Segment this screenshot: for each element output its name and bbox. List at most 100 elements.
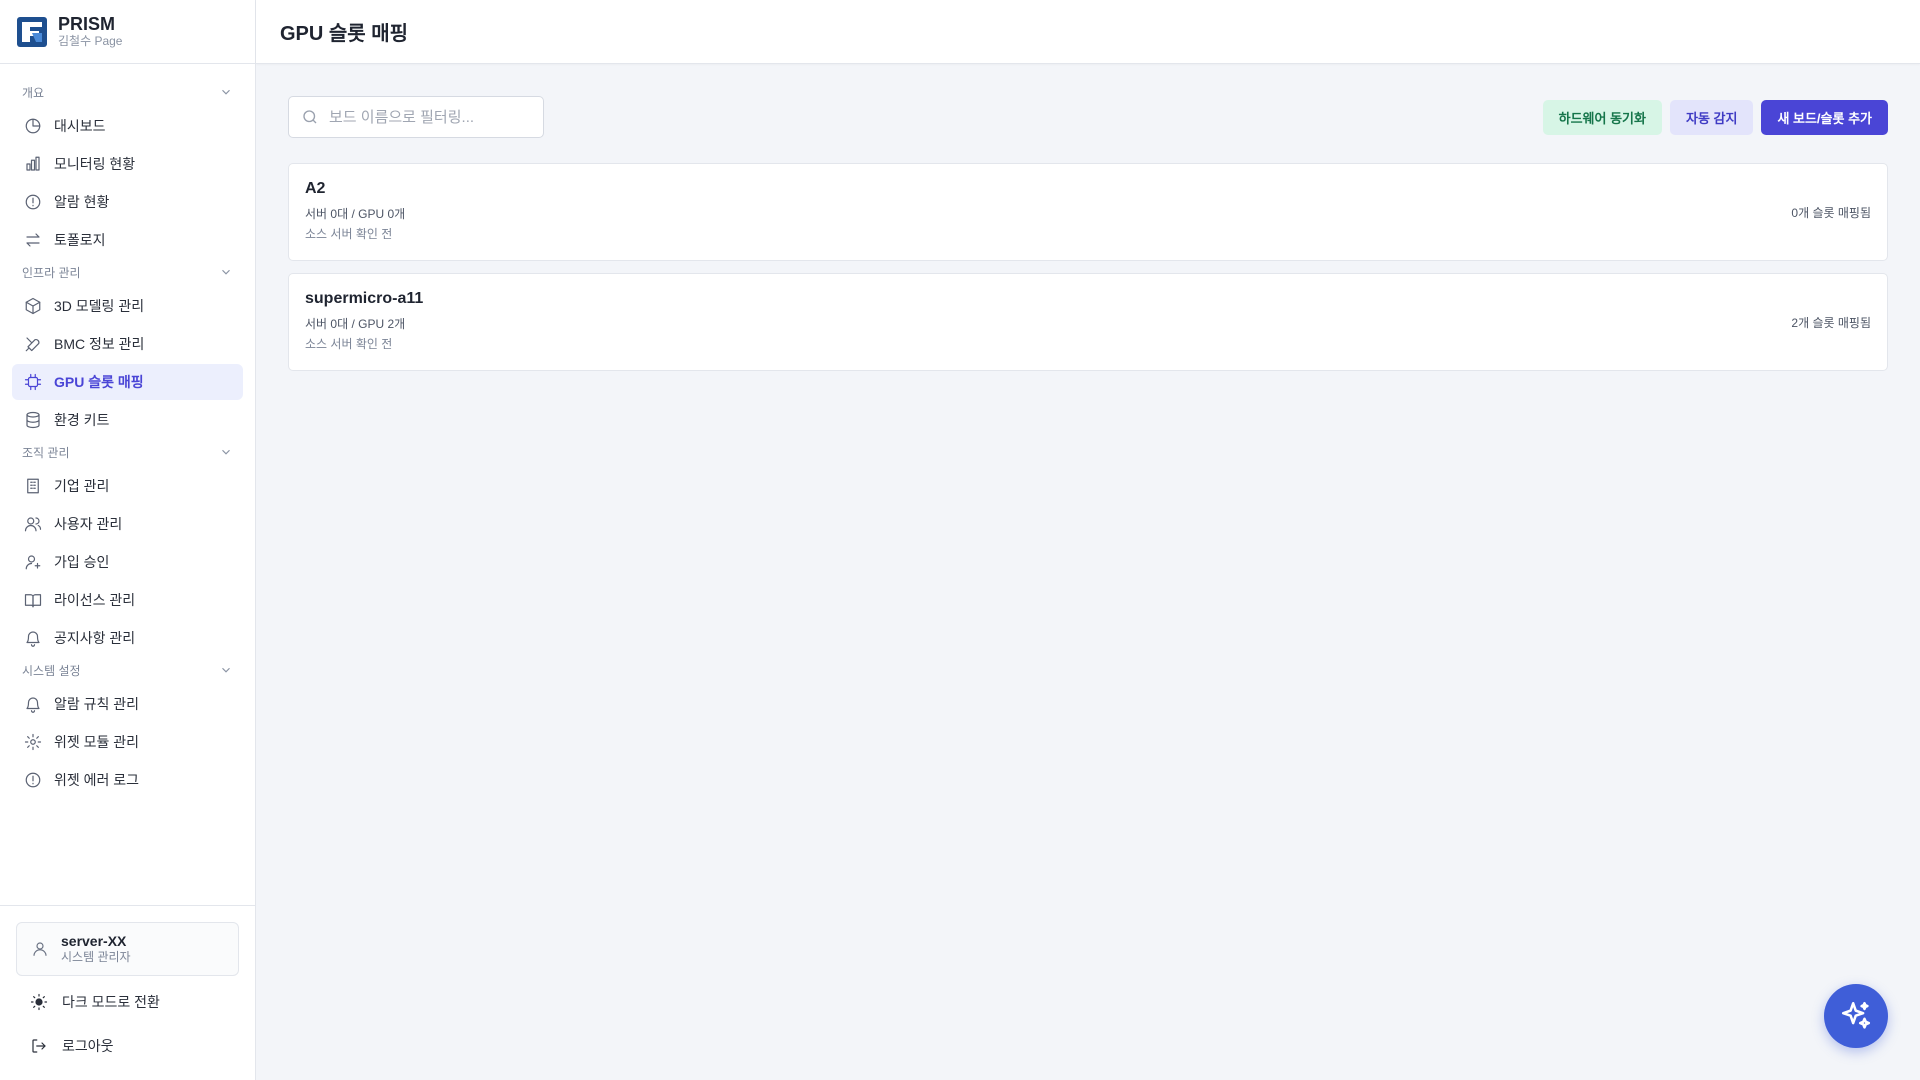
sidebar-item-alarm-rules[interactable]: 알람 규칙 관리: [12, 686, 243, 722]
ai-assistant-button[interactable]: [1824, 984, 1888, 1048]
board-source: 소스 서버 확인 전: [305, 337, 393, 351]
board-meta: 서버 0대 / GPU 2개: [305, 317, 406, 331]
dark-mode-toggle[interactable]: 다크 모드로 전환: [16, 984, 239, 1020]
search-icon: [303, 110, 317, 124]
sidebar-item-company[interactable]: 기업 관리: [12, 468, 243, 504]
bell-icon: [26, 631, 40, 647]
sun-icon: [30, 993, 48, 1011]
database-icon: [26, 411, 40, 429]
users-icon: [24, 517, 42, 532]
bell-icon: [26, 697, 40, 713]
user-info: server-XX 시스템 관리자: [61, 933, 131, 965]
board-info: supermicro-a11 서버 0대 / GPU 2개 소스 서버 확인 전: [305, 290, 423, 354]
arrows-swap-icon: [26, 233, 40, 247]
pie-chart-icon: [25, 118, 41, 134]
sidebar-item-widget-error-log[interactable]: 위젯 에러 로그: [12, 762, 243, 798]
sidebar-item-label: 대시보드: [54, 118, 106, 134]
chevron-down-icon: [222, 89, 230, 95]
logout-icon: [32, 1039, 46, 1053]
nav-section-infra[interactable]: 인프라 관리: [12, 260, 243, 284]
sidebar-item-notices[interactable]: 공지사항 관리: [12, 620, 243, 656]
sidebar-item-label: 3D 모델링 관리: [54, 298, 145, 314]
bar-chart-icon: [26, 156, 40, 171]
sidebar-item-label: 위젯 에러 로그: [54, 772, 140, 788]
nav-section-label: 인프라 관리: [22, 265, 81, 280]
sidebar-item-gpu-slot-mapping[interactable]: GPU 슬롯 매핑: [12, 364, 243, 400]
sidebar-item-label: 가입 승인: [54, 554, 110, 570]
toolbar: 하드웨어 동기화 자동 감지 새 보드/슬롯 추가: [288, 96, 1888, 138]
sidebar: PRISM 김철수 Page 개요 대시보드 모니터링 현황 알람 현황 토폴로…: [0, 0, 256, 1080]
logout-button[interactable]: 로그아웃: [16, 1028, 239, 1064]
sidebar-item-topology[interactable]: 토폴로지: [12, 222, 243, 258]
topbar: GPU 슬롯 매핑: [256, 0, 1920, 64]
nav-section-system[interactable]: 시스템 설정: [12, 658, 243, 682]
nav-section-overview[interactable]: 개요: [12, 80, 243, 104]
sidebar-item-monitoring[interactable]: 모니터링 현황: [12, 146, 243, 182]
gear-icon: [24, 733, 42, 751]
sidebar-item-label: GPU 슬롯 매핑: [54, 374, 144, 390]
book-icon: [24, 594, 42, 608]
alert-circle-icon: [25, 772, 41, 788]
add-board-slot-button[interactable]: 새 보드/슬롯 추가: [1761, 99, 1888, 135]
sidebar-nav: 개요 대시보드 모니터링 현황 알람 현황 토폴로지 인프라 관리 3D 모델링…: [0, 64, 255, 905]
nav-section-label: 조직 관리: [22, 445, 70, 460]
chip-icon: [24, 373, 42, 391]
board-name: supermicro-a11: [305, 290, 424, 307]
sidebar-item-signup-approval[interactable]: 가입 승인: [12, 544, 243, 580]
board-info: A2 서버 0대 / GPU 0개 소스 서버 확인 전: [305, 180, 405, 244]
sidebar-item-widget-modules[interactable]: 위젯 모듈 관리: [12, 724, 243, 760]
sidebar-item-label: 사용자 관리: [54, 516, 123, 532]
tools-icon: [25, 337, 40, 352]
toolbar-actions: 하드웨어 동기화 자동 감지 새 보드/슬롯 추가: [1542, 99, 1888, 135]
dark-mode-label: 다크 모드로 전환: [62, 994, 160, 1010]
brand[interactable]: PRISM 김철수 Page: [0, 0, 255, 64]
sidebar-item-label: BMC 정보 관리: [54, 336, 145, 352]
sidebar-item-label: 공지사항 관리: [54, 630, 136, 646]
sidebar-item-label: 환경 키트: [54, 412, 110, 428]
sidebar-item-label: 모니터링 현황: [54, 156, 136, 172]
prism-logo-icon: [17, 16, 47, 47]
chevron-down-icon: [222, 449, 230, 455]
user-name: server-XX: [61, 932, 127, 949]
nav-section-organization[interactable]: 조직 관리: [12, 440, 243, 464]
search-box: [288, 96, 544, 138]
board-name: A2: [305, 180, 326, 197]
sidebar-footer: server-XX 시스템 관리자 다크 모드로 전환 로그아웃: [0, 905, 255, 1080]
sparkles-icon: [1841, 1001, 1871, 1029]
board-meta: 서버 0대 / GPU 0개: [305, 207, 406, 221]
content: 하드웨어 동기화 자동 감지 새 보드/슬롯 추가 A2 서버 0대 / GPU…: [256, 64, 1920, 403]
nav-section-label: 개요: [22, 85, 45, 100]
logout-label: 로그아웃: [62, 1038, 114, 1054]
board-card[interactable]: A2 서버 0대 / GPU 0개 소스 서버 확인 전 0개 슬롯 매핑됨: [288, 163, 1888, 261]
sidebar-item-label: 알람 규칙 관리: [54, 696, 140, 712]
chevron-down-icon: [222, 269, 230, 275]
building-icon: [27, 478, 39, 494]
board-mapped-count: 0개 슬롯 매핑됨: [1791, 205, 1871, 220]
nav-section-label: 시스템 설정: [22, 663, 81, 678]
user-role: 시스템 관리자: [61, 949, 131, 964]
user-card[interactable]: server-XX 시스템 관리자: [16, 922, 239, 976]
sidebar-item-env-kit[interactable]: 환경 키트: [12, 402, 243, 438]
brand-text: PRISM 김철수 Page: [58, 14, 123, 48]
sidebar-item-users[interactable]: 사용자 관리: [12, 506, 243, 542]
user-plus-icon: [25, 555, 41, 570]
board-mapped-count: 2개 슬롯 매핑됨: [1791, 315, 1871, 330]
alert-circle-icon: [25, 194, 41, 210]
brand-subtitle: 김철수 Page: [58, 33, 123, 48]
board-card[interactable]: supermicro-a11 서버 0대 / GPU 2개 소스 서버 확인 전…: [288, 273, 1888, 371]
cube-icon: [25, 297, 41, 315]
auto-detect-button[interactable]: 자동 감지: [1669, 99, 1754, 135]
page-title: GPU 슬롯 매핑: [280, 23, 409, 45]
sidebar-item-3d-modeling[interactable]: 3D 모델링 관리: [12, 288, 243, 324]
hardware-sync-button[interactable]: 하드웨어 동기화: [1542, 99, 1662, 135]
sidebar-item-alarm-status[interactable]: 알람 현황: [12, 184, 243, 220]
sidebar-item-label: 기업 관리: [54, 478, 110, 494]
sidebar-item-bmc-info[interactable]: BMC 정보 관리: [12, 326, 243, 362]
sidebar-item-dashboard[interactable]: 대시보드: [12, 108, 243, 144]
sidebar-item-license[interactable]: 라이선스 관리: [12, 582, 243, 618]
board-source: 소스 서버 확인 전: [305, 227, 393, 241]
board-filter-input[interactable]: [329, 108, 529, 126]
brand-name: PRISM: [58, 14, 116, 34]
app-root: PRISM 김철수 Page 개요 대시보드 모니터링 현황 알람 현황 토폴로…: [0, 0, 1920, 1080]
user-icon: [33, 942, 47, 956]
